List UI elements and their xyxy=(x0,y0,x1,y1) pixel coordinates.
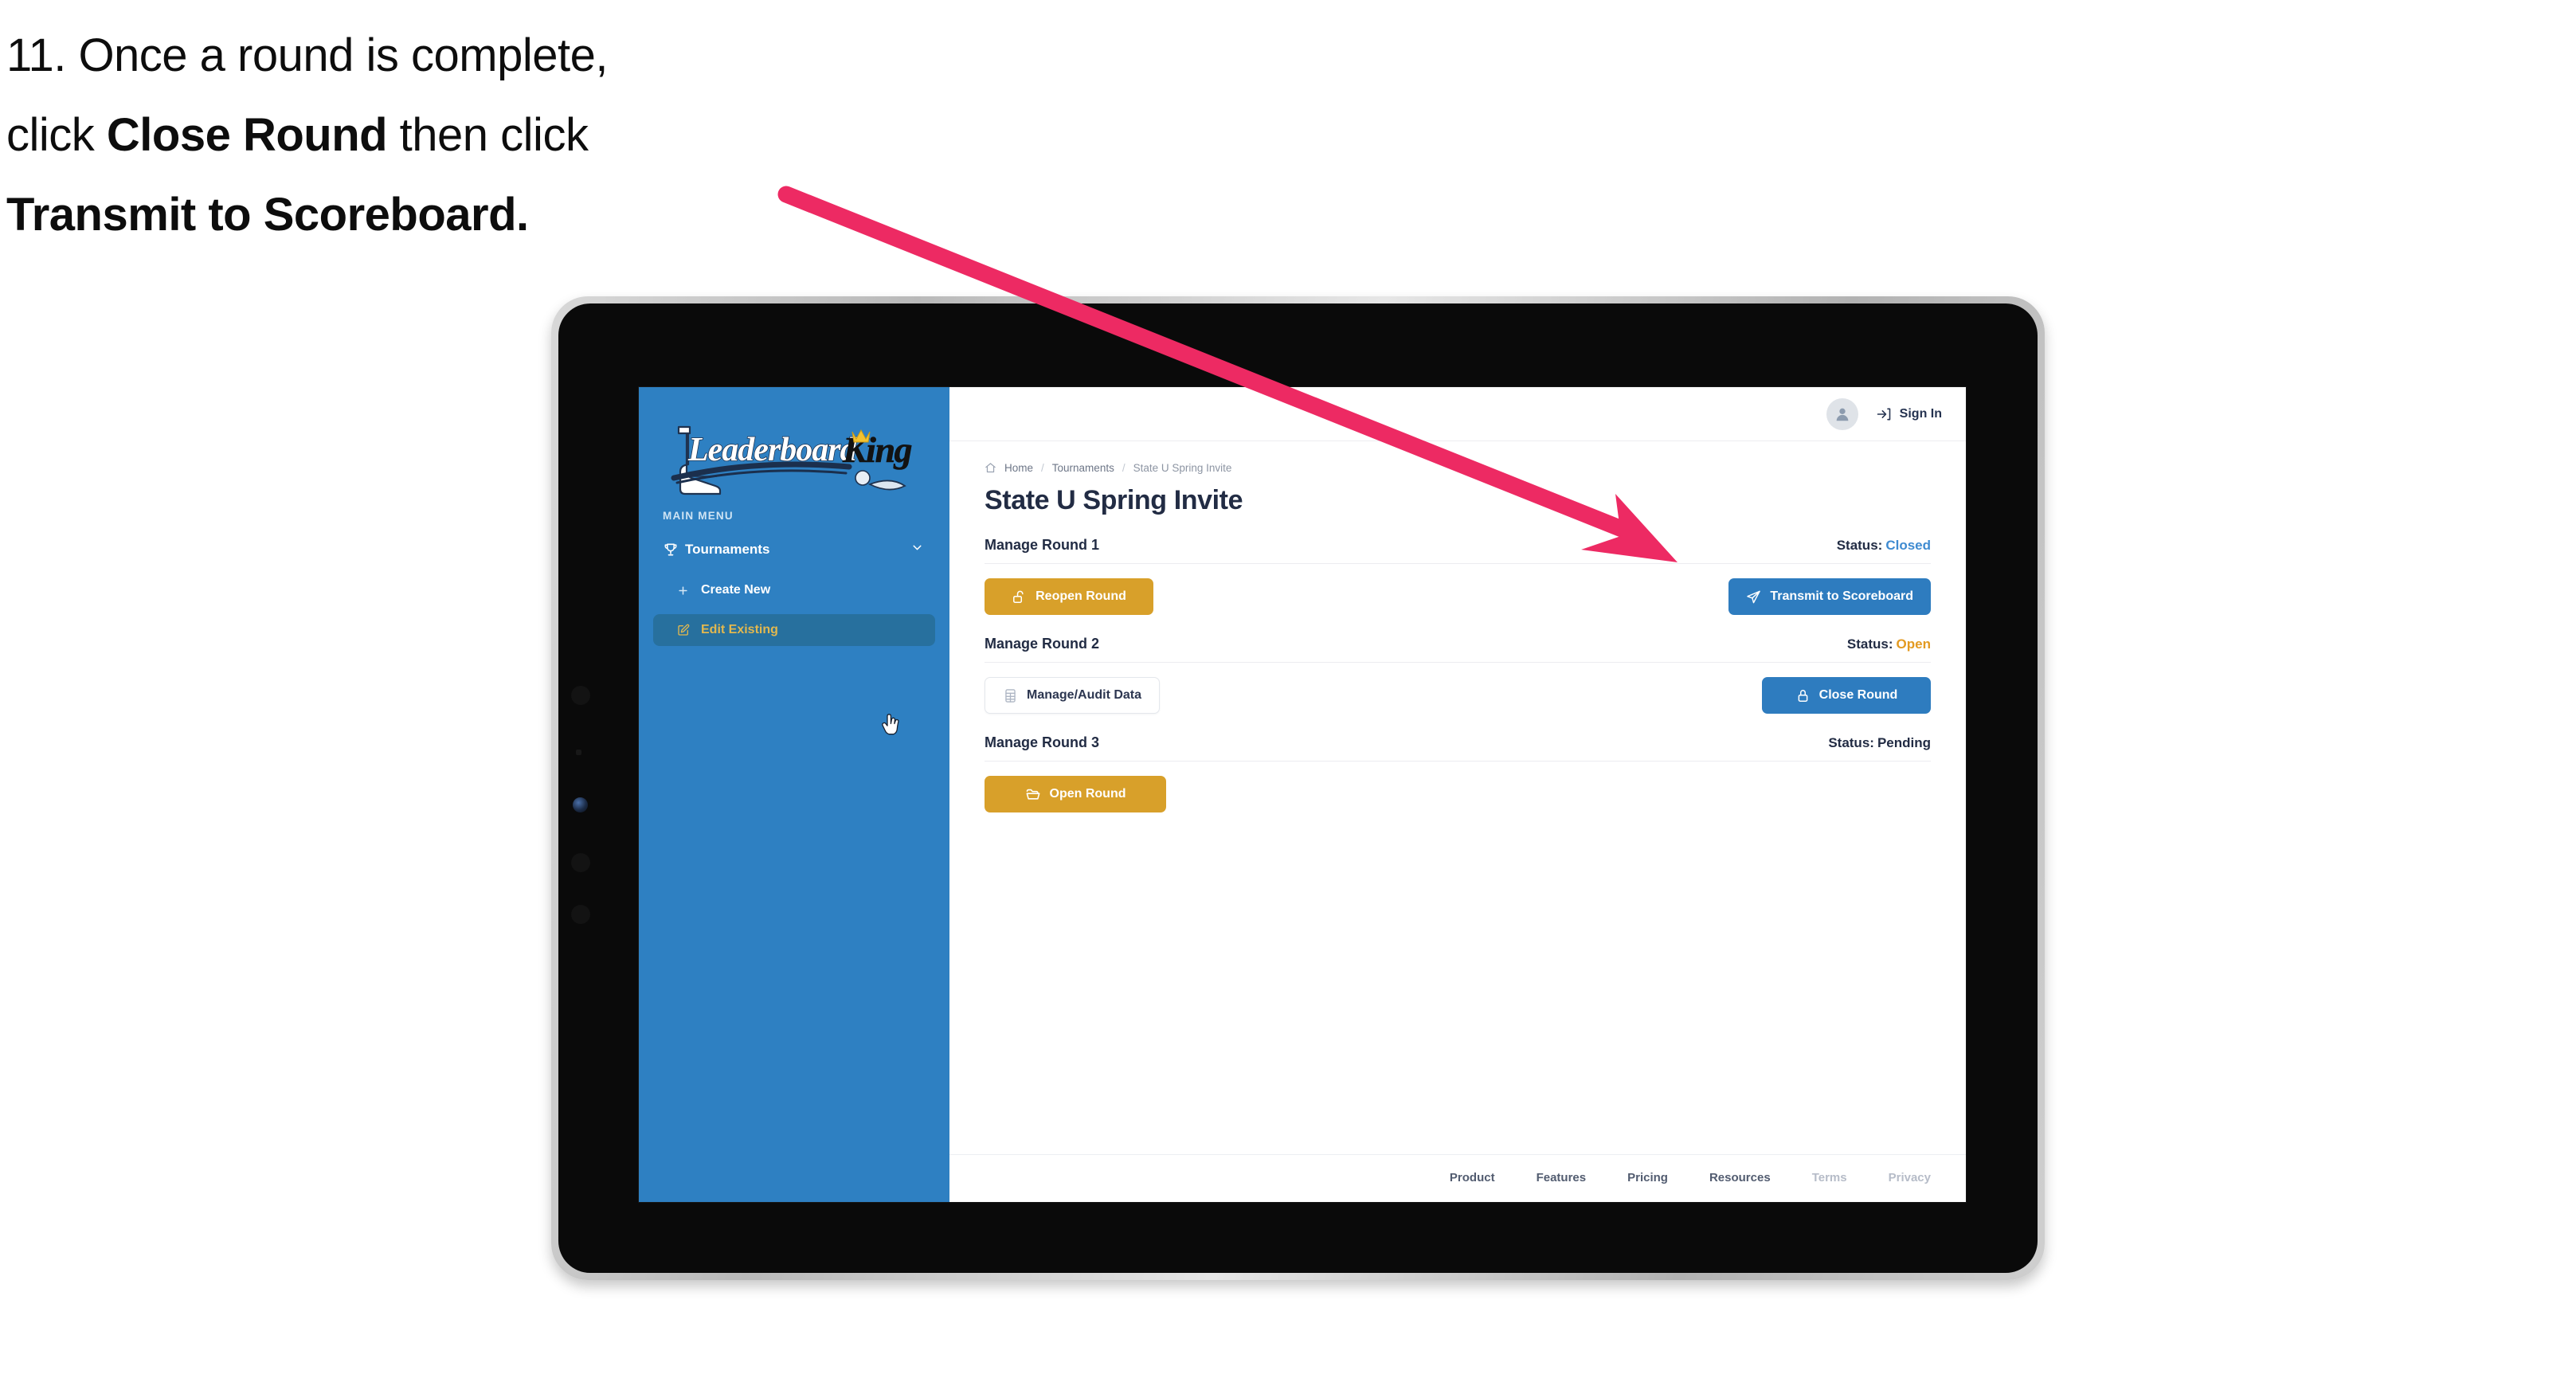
button-label: Manage/Audit Data xyxy=(1027,688,1142,702)
unlock-icon xyxy=(1013,590,1024,603)
sidebar: Leaderboard King MAIN MENU Tournaments C… xyxy=(639,387,949,1202)
sidebar-item-create-new[interactable]: Create New xyxy=(653,574,935,606)
main-content: Sign In Home / Tournaments / State U Spr… xyxy=(949,387,1966,1202)
page-title: State U Spring Invite xyxy=(985,485,1243,515)
round-block-3: Manage Round 3 Status: Pending Open Roun… xyxy=(985,734,1931,812)
svg-text:King: King xyxy=(842,429,912,470)
tablet-bezel: Leaderboard King MAIN MENU Tournaments C… xyxy=(558,303,2038,1273)
grid-table-icon xyxy=(1005,688,1016,703)
tablet-device-frame: Leaderboard King MAIN MENU Tournaments C… xyxy=(551,296,2045,1280)
footer-link-resources[interactable]: Resources xyxy=(1709,1171,1771,1184)
front-camera-dot xyxy=(571,686,590,705)
round-title: Manage Round 1 xyxy=(985,537,1100,553)
footer-link-pricing[interactable]: Pricing xyxy=(1627,1171,1668,1184)
sign-in-button[interactable]: Sign In xyxy=(1876,406,1942,422)
close-round-button[interactable]: Close Round xyxy=(1762,677,1931,714)
manage-audit-data-button[interactable]: Manage/Audit Data xyxy=(985,677,1161,714)
sensor-dot-small xyxy=(576,750,581,755)
breadcrumb-item-tournaments[interactable]: Tournaments xyxy=(1052,462,1114,474)
caption-bold-close-round: Close Round xyxy=(106,109,388,161)
status-label: Status: xyxy=(1836,538,1883,553)
breadcrumb: Home / Tournaments / State U Spring Invi… xyxy=(985,462,1931,474)
breadcrumb-separator: / xyxy=(1041,462,1044,474)
button-label: Transmit to Scoreboard xyxy=(1770,589,1913,603)
lock-icon xyxy=(1798,689,1808,702)
caption-line-1: 11. Once a round is complete, xyxy=(6,29,608,81)
status-value: Open xyxy=(1896,636,1931,652)
page-content: Home / Tournaments / State U Spring Invi… xyxy=(949,441,1966,1154)
edit-pencil-icon xyxy=(677,624,701,636)
round-actions: Manage/Audit Data Close Round xyxy=(985,663,1931,714)
status-badge: Status: Pending xyxy=(1828,735,1931,751)
status-badge: Status: Closed xyxy=(1837,538,1931,554)
footer-link-privacy[interactable]: Privacy xyxy=(1889,1171,1931,1184)
leaderboard-king-logo-icon: Leaderboard King xyxy=(671,425,913,495)
sidebar-item-label: Tournaments xyxy=(685,542,770,557)
folder-open-icon xyxy=(1026,789,1039,800)
speaker-dot-1 xyxy=(571,853,590,872)
open-round-button[interactable]: Open Round xyxy=(985,776,1166,812)
avatar[interactable] xyxy=(1826,397,1858,430)
mouse-pointer-hand-cursor xyxy=(882,714,899,735)
footer: Product Features Pricing Resources Terms… xyxy=(949,1154,1966,1202)
round-title: Manage Round 2 xyxy=(985,636,1100,652)
sidebar-item-label: Create New xyxy=(701,583,771,597)
speaker-dot-2 xyxy=(571,905,590,924)
status-label: Status: xyxy=(1828,735,1874,750)
round-header: Manage Round 2 Status: Open xyxy=(985,636,1931,663)
round-header: Manage Round 3 Status: Pending xyxy=(985,734,1931,762)
trophy-icon xyxy=(663,542,685,558)
camera-lens-dot xyxy=(573,797,588,812)
plus-icon xyxy=(677,585,701,597)
screenshot-root: 11. Once a round is complete, click Clos… xyxy=(0,0,2576,1386)
status-label: Status: xyxy=(1846,636,1893,652)
paper-plane-icon xyxy=(1747,590,1761,603)
round-actions: Open Round xyxy=(985,762,1931,812)
sign-in-label: Sign In xyxy=(1899,406,1942,421)
status-badge: Status: Open xyxy=(1847,636,1931,652)
round-block-2: Manage Round 2 Status: Open Manage/Audit… xyxy=(985,636,1931,714)
round-header: Manage Round 1 Status: Closed xyxy=(985,537,1931,564)
footer-link-product[interactable]: Product xyxy=(1450,1171,1495,1184)
round-block-1: Manage Round 1 Status: Closed Reopen Rou… xyxy=(985,537,1931,615)
breadcrumb-separator: / xyxy=(1122,462,1126,474)
breadcrumb-item-home[interactable]: Home xyxy=(1004,462,1033,474)
chevron-down-icon[interactable] xyxy=(910,541,924,558)
instruction-caption: 11. Once a round is complete, click Clos… xyxy=(6,16,851,255)
sidebar-item-label: Edit Existing xyxy=(701,623,778,636)
sidebar-item-edit-existing[interactable]: Edit Existing xyxy=(653,614,935,646)
button-label: Reopen Round xyxy=(1035,589,1126,603)
home-icon[interactable] xyxy=(985,462,996,474)
round-actions: Reopen Round Transmit to Scoreboard xyxy=(985,564,1931,615)
status-value: Pending xyxy=(1877,735,1931,750)
svg-text:Leaderboard: Leaderboard xyxy=(687,432,858,468)
footer-link-features[interactable]: Features xyxy=(1537,1171,1587,1184)
breadcrumb-item-current: State U Spring Invite xyxy=(1133,462,1232,474)
top-bar: Sign In xyxy=(949,387,1966,441)
reopen-round-button[interactable]: Reopen Round xyxy=(985,578,1153,615)
transmit-to-scoreboard-button[interactable]: Transmit to Scoreboard xyxy=(1728,578,1931,615)
app-logo[interactable]: Leaderboard King xyxy=(639,405,949,495)
footer-link-terms[interactable]: Terms xyxy=(1812,1171,1847,1184)
app-screen: Leaderboard King MAIN MENU Tournaments C… xyxy=(639,387,1966,1202)
user-avatar-icon xyxy=(1836,408,1849,421)
caption-bold-transmit: Transmit to Scoreboard. xyxy=(6,189,529,241)
button-label: Close Round xyxy=(1818,688,1898,702)
status-value: Closed xyxy=(1885,538,1931,553)
sidebar-item-tournaments[interactable]: Tournaments xyxy=(653,533,935,566)
caption-line-3: Transmit to Scoreboard. xyxy=(6,175,851,255)
caption-line-2: click Close Round then click xyxy=(6,109,589,161)
round-title: Manage Round 3 xyxy=(985,734,1100,750)
sign-in-arrow-icon xyxy=(1877,408,1890,420)
button-label: Open Round xyxy=(1049,787,1126,801)
